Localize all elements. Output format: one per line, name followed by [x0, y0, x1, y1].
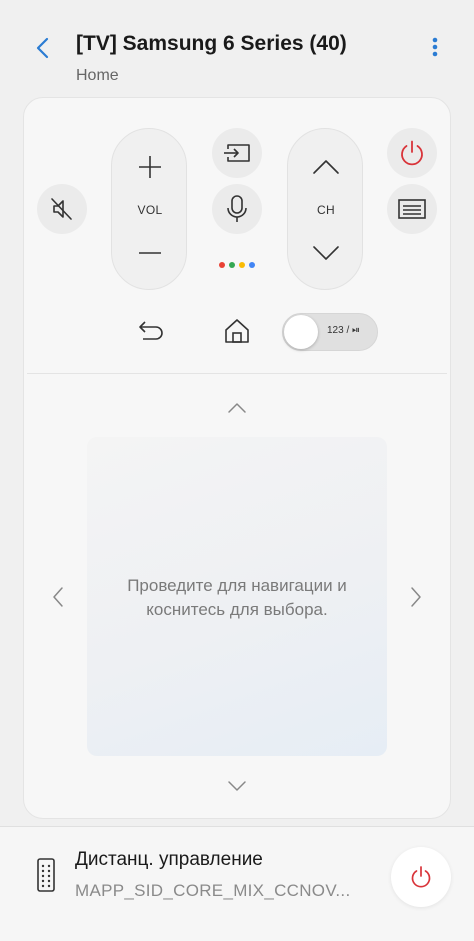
remote-control-icon — [37, 858, 55, 892]
vertical-dots-icon — [432, 37, 438, 57]
channel-label: CH — [317, 203, 335, 217]
page-title: [TV] Samsung 6 Series (40) — [76, 32, 347, 55]
assistant-dot-yellow — [239, 262, 245, 268]
panel-divider — [27, 373, 447, 374]
nav-left-button[interactable] — [47, 584, 69, 610]
return-button[interactable] — [135, 316, 167, 346]
plus-icon — [139, 156, 161, 178]
assistant-dots — [219, 262, 255, 270]
nav-up-button[interactable] — [222, 397, 252, 419]
more-options-button[interactable] — [420, 30, 450, 64]
channel-down-button[interactable] — [288, 230, 364, 276]
number-keypad-toggle[interactable]: 123 / ⏯ — [282, 313, 378, 351]
volume-up-button[interactable] — [112, 144, 188, 190]
touchpad-hint: Проведите для навигации и коснитесь для … — [127, 576, 347, 619]
guide-button[interactable] — [387, 184, 437, 234]
microphone-icon — [227, 195, 247, 222]
home-button[interactable] — [221, 316, 253, 346]
nav-right-button[interactable] — [405, 584, 427, 610]
footer-title: Дистанц. управление — [75, 849, 263, 870]
return-icon — [139, 321, 163, 340]
now-playing-bar[interactable]: Дистанц. управление MAPP_SID_CORE_MIX_CC… — [0, 826, 474, 941]
power-icon — [411, 866, 431, 888]
source-input-icon — [224, 144, 250, 162]
channel-rocker: CH — [287, 128, 363, 290]
chevron-up-icon — [228, 403, 246, 413]
assistant-dot-red — [219, 262, 225, 268]
guide-icon — [398, 199, 426, 219]
page-subtitle: Home — [76, 67, 119, 84]
volume-down-button[interactable] — [112, 230, 188, 276]
volume-rocker: VOL — [111, 128, 187, 290]
nav-down-button[interactable] — [222, 775, 252, 797]
chevron-left-icon — [36, 37, 49, 59]
chevron-down-icon — [313, 246, 339, 260]
back-button[interactable] — [28, 30, 58, 66]
channel-up-button[interactable] — [288, 144, 364, 190]
source-button[interactable] — [212, 128, 262, 178]
mute-button[interactable] — [37, 184, 87, 234]
power-button[interactable] — [387, 128, 437, 178]
toggle-label: 123 / ⏯ — [327, 325, 361, 336]
assistant-dot-green — [229, 262, 235, 268]
minus-icon — [139, 252, 161, 254]
chevron-up-icon — [313, 160, 339, 174]
chevron-down-icon — [228, 781, 246, 791]
power-icon — [401, 140, 423, 166]
app-header: [TV] Samsung 6 Series (40) Home — [0, 0, 474, 90]
toggle-knob — [284, 315, 318, 349]
home-icon — [225, 319, 249, 343]
voice-button[interactable] — [212, 184, 262, 234]
footer-subtitle: MAPP_SID_CORE_MIX_CCNOV... — [75, 881, 351, 900]
chevron-right-icon — [411, 587, 421, 607]
footer-power-button[interactable] — [391, 847, 451, 907]
assistant-dot-blue — [249, 262, 255, 268]
touchpad[interactable]: Проведите для навигации и коснитесь для … — [87, 437, 387, 756]
volume-label: VOL — [137, 203, 163, 217]
mute-icon — [51, 198, 72, 220]
chevron-left-icon — [53, 587, 63, 607]
